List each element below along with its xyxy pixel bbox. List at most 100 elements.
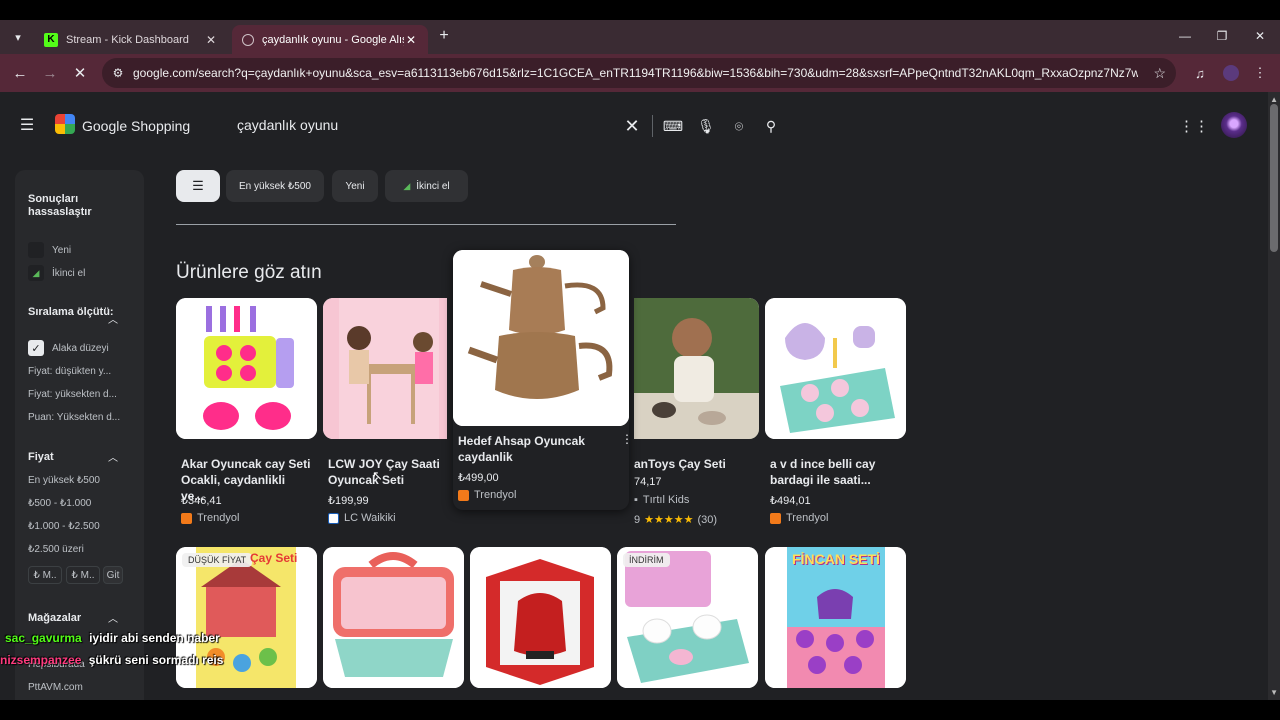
window-close-icon[interactable]: ✕ (1250, 28, 1270, 44)
close-icon[interactable]: ✕ (204, 33, 218, 47)
relevance-checkbox[interactable]: ✓ (28, 340, 44, 356)
product-image-8[interactable] (470, 547, 611, 688)
product-image-10[interactable]: FİNCAN SETİ (765, 547, 906, 688)
scroll-up-icon[interactable]: ▲ (1270, 95, 1278, 104)
restore-icon[interactable]: ❐ (1212, 28, 1232, 44)
stop-loading-icon[interactable]: ✕ (70, 63, 90, 83)
product-image-1[interactable] (176, 298, 317, 439)
more-menu-icon[interactable]: ⋮ (1250, 64, 1270, 82)
microphone-icon[interactable]: 🎙 (696, 117, 716, 135)
product-image-9[interactable]: İNDİRİM (617, 547, 758, 688)
browser-profile-avatar[interactable] (1223, 65, 1239, 81)
product-price: ₺494,01 (770, 495, 811, 507)
product-title[interactable]: anToys Çay Seti (634, 456, 764, 472)
price-1000-2500[interactable]: ₺1.000 - ₺2.500 (28, 521, 100, 532)
sort-relevance[interactable]: Alaka düzeyi (52, 343, 109, 354)
chevron-up-icon[interactable]: ︿ (106, 449, 120, 464)
scroll-down-icon[interactable]: ▼ (1270, 688, 1278, 697)
product-title[interactable]: a v d ince belli cay bardagi ile saati..… (770, 456, 900, 488)
product-store: Trendyol (770, 512, 828, 524)
search-input[interactable]: çaydanlık oyunu (237, 117, 338, 133)
refine-title: Sonuçları hassaslaştır (28, 193, 92, 218)
search-divider (652, 115, 653, 137)
price-500-1000[interactable]: ₺500 - ₺1.000 (28, 498, 91, 509)
price-under-500[interactable]: En yüksek ₺500 (28, 475, 100, 486)
product-title[interactable]: Hedef Ahsap Oyuncak caydanlik (458, 433, 608, 465)
new-checkbox[interactable] (28, 242, 44, 258)
tab-label: çaydanlık oyunu - Google Alışv (262, 33, 404, 46)
chip-used-label: İkinci el (416, 180, 450, 192)
new-tab-plus-icon[interactable]: + (434, 26, 454, 46)
tea-set-case-image (323, 547, 464, 688)
price-go-button[interactable]: Git (103, 566, 123, 584)
keyboard-icon[interactable]: ⌨ (663, 117, 683, 135)
trendyol-icon (181, 512, 192, 524)
tab-search-chevron-icon[interactable]: ▾ (8, 27, 28, 47)
chevron-up-icon[interactable]: ︿ (106, 311, 120, 326)
media-controls-icon[interactable]: ♫ (1190, 64, 1210, 82)
tab-google-shopping[interactable]: çaydanlık oyunu - Google Alışv ✕ (232, 25, 428, 54)
tab-kick-dashboard[interactable]: K Stream - Kick Dashboard ✕ (34, 25, 228, 54)
chat-text: şükrü seni sormadı reis (88, 653, 224, 667)
google-shopping-page: ▲ ▼ ☰ Google Shopping çaydanlık oyunu ✕ … (0, 92, 1280, 700)
google-shopping-logo-icon[interactable] (55, 114, 75, 134)
price-max-input[interactable]: ₺ M.. (66, 566, 100, 584)
scroll-thumb[interactable] (1270, 104, 1278, 252)
page-scrollbar[interactable]: ▲ ▼ (1268, 92, 1280, 700)
price-title: Fiyat (28, 451, 54, 463)
filter-tune-button[interactable]: ☰ (176, 170, 220, 202)
letterbox-top (0, 0, 1280, 20)
condition-new[interactable]: Yeni (52, 245, 71, 256)
toy-tea-set-image (176, 298, 317, 439)
product-image-7[interactable] (323, 547, 464, 688)
lcw-icon (328, 512, 339, 524)
url-text[interactable]: google.com/search?q=çaydanlık+oyunu&sca_… (133, 66, 1138, 80)
price-over-2500[interactable]: ₺2.500 üzeri (28, 544, 84, 555)
product-price: 74,17 (634, 476, 662, 488)
store-pttavm[interactable]: PttAVM.com (28, 682, 83, 693)
product-hover-card[interactable]: Hedef Ahsap Oyuncak caydanlik ⋮ ₺499,00 … (453, 250, 633, 510)
product-title[interactable]: LCW JOY Çay Saati Oyuncak Seti (328, 456, 440, 488)
chevron-up-icon[interactable]: ︿ (106, 610, 120, 625)
back-arrow-icon[interactable]: ← (10, 63, 30, 83)
product-image-5[interactable] (765, 298, 906, 439)
low-price-badge: DÜŞÜK FİYAT (182, 553, 253, 567)
chip-max-500[interactable]: En yüksek ₺500 (226, 170, 324, 202)
chip-used[interactable]: ◢ İkinci el (385, 170, 468, 202)
store-icon: ▪ (634, 494, 638, 506)
more-options-icon[interactable]: ⋮ (621, 432, 633, 446)
product-store: Trendyol (458, 489, 516, 501)
lens-camera-icon[interactable]: ⌾ (729, 117, 749, 135)
close-icon[interactable]: ✕ (404, 33, 418, 47)
condition-used[interactable]: İkinci el (52, 268, 85, 279)
search-icon[interactable]: ⚲ (761, 117, 781, 135)
product-image-4[interactable] (634, 298, 759, 439)
profile-avatar[interactable] (1221, 112, 1247, 138)
product-image-3[interactable] (453, 250, 629, 426)
toy-kettle-box-image (470, 547, 611, 688)
clear-icon[interactable]: ✕ (622, 116, 642, 136)
forward-arrow-icon[interactable]: → (40, 63, 60, 83)
porcelain-tea-set-image (765, 298, 906, 439)
sort-price-desc[interactable]: Fiyat: yüksekten d... (28, 389, 117, 400)
loading-favicon-icon (242, 33, 254, 46)
hamburger-menu-icon[interactable]: ☰ (18, 116, 36, 134)
section-title: Ürünlere göz atın (176, 262, 322, 283)
used-checkbox[interactable]: ◢ (28, 265, 44, 281)
bookmark-star-icon[interactable]: ☆ (1153, 65, 1166, 82)
browser-toolbar: ← → ✕ ⚙ google.com/search?q=çaydanlık+oy… (0, 54, 1280, 92)
minimize-icon[interactable]: — (1175, 28, 1195, 44)
sort-price-asc[interactable]: Fiyat: düşükten y... (28, 366, 111, 377)
product-image-2[interactable] (323, 298, 447, 439)
search-bar[interactable]: çaydanlık oyunu ✕ ⌨ 🎙 ⌾ ⚲ (222, 106, 794, 146)
product-price: ₺346,41 (181, 495, 222, 507)
chip-new[interactable]: Yeni (332, 170, 378, 202)
price-min-input[interactable]: ₺ M.. (28, 566, 62, 584)
sort-rating[interactable]: Puan: Yüksekten d... (28, 412, 120, 423)
apps-grid-icon[interactable]: ⋮⋮ (1179, 116, 1209, 136)
address-bar[interactable]: ⚙ google.com/search?q=çaydanlık+oyunu&sc… (102, 58, 1176, 88)
girl-tea-set-image (634, 298, 759, 439)
kids-tea-party-image (323, 298, 447, 439)
site-info-icon[interactable]: ⚙ (110, 65, 126, 81)
brand-title[interactable]: Google Shopping (82, 118, 190, 134)
